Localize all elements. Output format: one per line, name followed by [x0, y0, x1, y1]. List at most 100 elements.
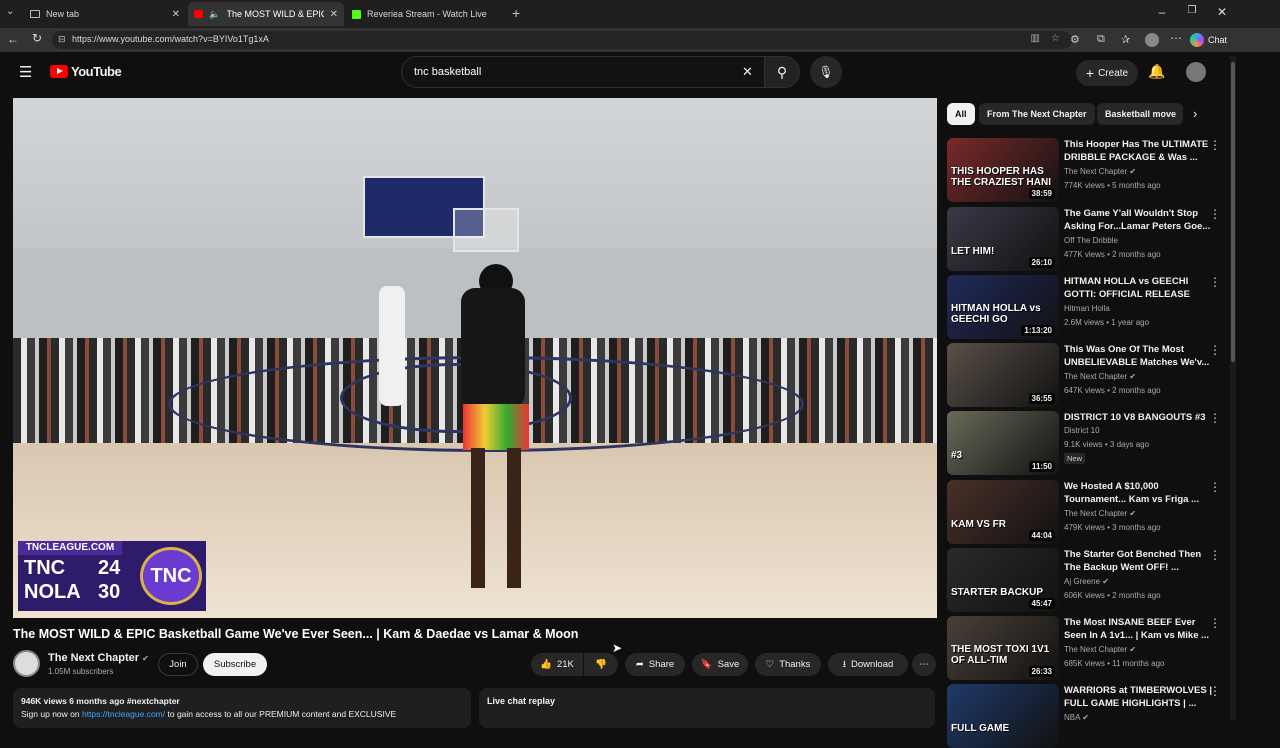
tab-new-tab[interactable]: New tab ✕ [24, 2, 186, 26]
reader-icon[interactable]: ▥ [1031, 33, 1040, 44]
recommended-channel[interactable]: The Next Chapter ✔ [1064, 509, 1136, 518]
chip-basketball-move[interactable]: Basketball move [1097, 103, 1183, 125]
recommended-video-title[interactable]: This Hooper Has The ULTIMATE DRIBBLE PAC… [1064, 138, 1208, 164]
address-bar[interactable]: ⊟ https://www.youtube.com/watch?v=BYIVo1… [52, 31, 1072, 49]
recommended-video-title[interactable]: We Hosted A $10,000 Tournament... Kam vs… [1064, 480, 1202, 506]
voice-search-button[interactable]: 🎙 [810, 56, 842, 88]
more-vertical-icon[interactable]: ⋮ [1209, 684, 1221, 698]
video-thumbnail[interactable]: 36:55 [947, 343, 1059, 407]
more-vertical-icon[interactable]: ⋮ [1209, 616, 1221, 630]
verified-check-icon: ✔ [1082, 713, 1089, 722]
verified-check-icon: ✔ [1129, 509, 1137, 518]
chip-all[interactable]: All [947, 103, 975, 125]
favorite-star-icon[interactable]: ☆ [1051, 33, 1060, 44]
video-thumbnail[interactable]: FULL GAME [947, 684, 1059, 748]
recommended-video-title[interactable]: The Starter Got Benched Then The Backup … [1064, 548, 1202, 574]
video-thumbnail[interactable]: KAM VS FR 44:04 [947, 480, 1059, 544]
video-thumbnail[interactable]: LET HIM! 26:10 [947, 207, 1059, 271]
more-actions-button[interactable]: ⋯ [912, 653, 936, 676]
favorites-icon[interactable]: ✰ [1121, 33, 1130, 46]
minimize-icon[interactable]: – [1152, 5, 1172, 19]
close-window-icon[interactable]: ✕ [1212, 5, 1232, 19]
recommended-video-title[interactable]: WARRIORS at TIMBERWOLVES | FULL GAME HIG… [1064, 684, 1212, 710]
more-vertical-icon[interactable]: ⋮ [1209, 411, 1221, 425]
channel-avatar[interactable] [13, 650, 40, 677]
share-button[interactable]: ➦ Share [625, 653, 685, 676]
recommended-video-title[interactable]: This Was One Of The Most UNBELIEVABLE Ma… [1064, 343, 1209, 369]
close-tab-icon[interactable]: ✕ [172, 9, 180, 20]
speaker-icon[interactable]: 🔈 [209, 9, 220, 20]
description-link[interactable]: https://tncleague.com/ [82, 709, 165, 719]
description-box[interactable]: 946K views 6 months ago #nextchapter Sig… [13, 688, 471, 728]
tab-youtube-video[interactable]: 🔈 The MOST WILD & EPIC Baskı ✕ [188, 2, 344, 26]
live-chat-replay[interactable]: Live chat replay [479, 688, 935, 728]
chip-from-next-chapter[interactable]: From The Next Chapter [979, 103, 1095, 125]
create-button[interactable]: + Create [1076, 60, 1138, 86]
more-vertical-icon[interactable]: ⋮ [1209, 138, 1221, 152]
profile-avatar-icon[interactable] [1145, 33, 1159, 47]
tab-kick-stream[interactable]: Reveriea Stream - Watch Live on K [346, 2, 508, 26]
recommended-video[interactable]: LET HIM! 26:10 The Game Y'all Wouldn't Sto… [947, 207, 1227, 271]
video-thumbnail[interactable]: THIS HOOPER HAS THE CRAZIEST HANI 38:59 [947, 138, 1059, 202]
recommended-video-title[interactable]: The Most INSANE BEEF Ever Seen In A 1v1.… [1064, 616, 1209, 642]
recommended-channel[interactable]: District 10 [1064, 426, 1100, 435]
reload-icon[interactable]: ↻ [32, 31, 42, 45]
tab-list-menu-icon[interactable]: ⌄ [6, 6, 14, 17]
recommended-channel[interactable]: NBA ✔ [1064, 713, 1089, 722]
more-vertical-icon[interactable]: ⋮ [1209, 480, 1221, 494]
recommended-video[interactable]: HITMAN HOLLA vs GEECHI GO 1:13:20 HITMAN H… [947, 275, 1227, 339]
video-player[interactable]: TNCLEAGUE.COM TNC 24 NOLA 30 TNC [13, 98, 937, 618]
more-vertical-icon[interactable]: ⋮ [1209, 275, 1221, 289]
join-button[interactable]: Join [158, 653, 198, 676]
dislike-button[interactable]: 👎 [584, 653, 618, 676]
recommended-channel[interactable]: The Next Chapter ✔ [1064, 372, 1136, 381]
thanks-button[interactable]: ♡ Thanks [755, 653, 821, 676]
recommended-video-title[interactable]: DISTRICT 10 V8 BANGOUTS #3 [1064, 411, 1205, 424]
video-thumbnail[interactable]: #3 11:50 [947, 411, 1059, 475]
close-tab-icon[interactable]: ✕ [330, 9, 338, 20]
notifications-bell-icon[interactable]: 🔔 [1148, 63, 1165, 80]
video-thumbnail[interactable]: THE MOST TOXI 1V1 OF ALL-TIM 26:33 [947, 616, 1059, 680]
video-thumbnail[interactable]: STARTER BACKUP 45:47 [947, 548, 1059, 612]
recommended-video-title[interactable]: The Game Y'all Wouldn't Stop Asking For.… [1064, 207, 1210, 233]
recommended-video[interactable]: KAM VS FR 44:04 We Hosted A $10,000 Tourna… [947, 480, 1227, 544]
browser-extension-icon[interactable]: ⧉ [1097, 33, 1105, 46]
search-button[interactable]: ⚲ [764, 56, 800, 88]
video-title: The MOST WILD & EPIC Basketball Game We'… [13, 627, 579, 641]
hamburger-menu-icon[interactable]: ☰ [19, 63, 32, 81]
back-arrow-icon[interactable]: ← [7, 32, 19, 46]
more-menu-icon[interactable]: ⋯ [1170, 31, 1182, 45]
recommended-video-title[interactable]: HITMAN HOLLA vs GEECHI GOTTI: OFFICIAL R… [1064, 275, 1202, 301]
recommended-channel[interactable]: The Next Chapter ✔ [1064, 167, 1136, 176]
chips-next-arrow-icon[interactable]: › [1193, 106, 1197, 121]
recommended-channel[interactable]: Hitman Holla [1064, 304, 1110, 313]
download-button[interactable]: ⭳ Download [828, 653, 908, 676]
recommended-video[interactable]: FULL GAME WARRIORS at TIMBERWOLVES | FULL… [947, 684, 1227, 748]
save-button[interactable]: 🔖 Save [692, 653, 748, 676]
site-info-icon[interactable]: ⊟ [58, 34, 66, 45]
recommended-channel[interactable]: The Next Chapter ✔ [1064, 645, 1136, 654]
recommended-video[interactable]: THIS HOOPER HAS THE CRAZIEST HANI 38:59 Th… [947, 138, 1227, 202]
recommended-video[interactable]: THE MOST TOXI 1V1 OF ALL-TIM 26:33 The Mos… [947, 616, 1227, 680]
channel-name[interactable]: The Next Chapter ✔ [48, 652, 149, 664]
more-vertical-icon[interactable]: ⋮ [1209, 548, 1221, 562]
more-vertical-icon[interactable]: ⋮ [1209, 343, 1221, 357]
copilot-chat-button[interactable]: Chat [1190, 31, 1227, 49]
search-input[interactable]: tnc basketball [401, 56, 765, 88]
recommended-video[interactable]: STARTER BACKUP 45:47 The Starter Got Bench… [947, 548, 1227, 612]
recommended-video[interactable]: #3 11:50 DISTRICT 10 V8 BANGOUTS #3 Distric… [947, 411, 1227, 475]
recommended-channel[interactable]: Off The Dribble [1064, 236, 1118, 245]
more-vertical-icon[interactable]: ⋮ [1209, 207, 1221, 221]
account-avatar[interactable] [1186, 62, 1206, 82]
restore-icon[interactable]: ❐ [1182, 5, 1202, 16]
recommended-video[interactable]: 36:55 This Was One Of The Most UNBELIEVAB… [947, 343, 1227, 407]
like-button[interactable]: 👍 21K [531, 653, 583, 676]
clear-search-icon[interactable]: ✕ [742, 64, 753, 80]
video-thumbnail[interactable]: HITMAN HOLLA vs GEECHI GO 1:13:20 [947, 275, 1059, 339]
youtube-logo[interactable]: YouTube [50, 64, 122, 79]
page-scrollbar[interactable] [1230, 56, 1236, 720]
new-tab-plus-icon[interactable]: + [512, 5, 520, 21]
subscribe-button[interactable]: Subscribe [203, 653, 267, 676]
recommended-channel[interactable]: Aj Greene ✔ [1064, 577, 1109, 586]
extensions-icon[interactable]: ⚙ [1070, 33, 1080, 46]
